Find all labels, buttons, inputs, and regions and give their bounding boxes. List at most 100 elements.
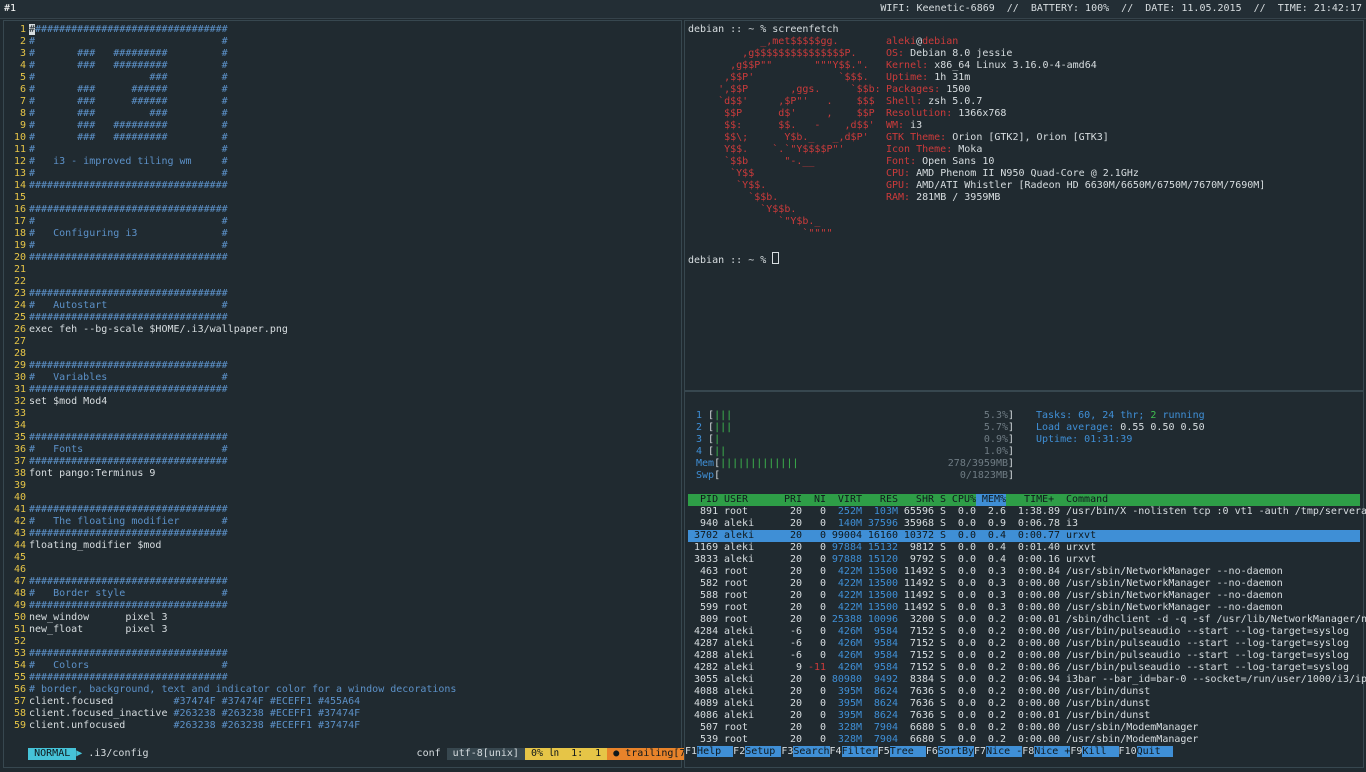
process-row[interactable]: 4284 aleki -6 0 426M 9584 7152 S 0.0 0.2 0:… <box>688 626 1360 638</box>
shell-prompt-2[interactable]: debian :: ~ % <box>688 252 839 267</box>
vim-line[interactable]: 52 <box>4 636 681 648</box>
htop-terminal[interactable]: 1 [||| 5.3%] 2 [||| 5.7%] 3 [| 0.9%] 4 [|| 1.0%… <box>684 391 1366 768</box>
function-label[interactable]: SortBy <box>937 746 975 757</box>
process-row[interactable]: 4282 aleki 9 -11 426M 9584 7152 S 0.0 0.2 0… <box>688 662 1360 674</box>
column-header[interactable]: PRI <box>760 494 802 506</box>
vim-line[interactable]: 54 # Colors # <box>4 660 681 672</box>
vim-line[interactable]: 13 # # <box>4 168 681 180</box>
function-label[interactable]: Nice + <box>1034 746 1071 757</box>
vim-line[interactable]: 47 ################################# <box>4 576 681 588</box>
function-label[interactable]: Setup <box>745 746 782 757</box>
vim-line[interactable]: 53 ################################# <box>4 648 681 660</box>
vim-line[interactable]: 20 ################################# <box>4 252 681 264</box>
process-row[interactable]: 3833 aleki 20 0 97888 15120 9792 S 0.0 0.4 0:… <box>688 554 1360 566</box>
vim-line[interactable]: 58 client.focused_inactive #263238 #26323… <box>4 708 681 720</box>
vim-line[interactable]: 3 # ### ######### # <box>4 48 681 60</box>
process-row[interactable]: 4086 aleki 20 0 395M 8624 7636 S 0.0 0.2 0:… <box>688 710 1360 722</box>
vim-line[interactable]: 11 # # <box>4 144 681 156</box>
vim-line[interactable]: 36 # Fonts # <box>4 444 681 456</box>
vim-line[interactable]: 41 ################################# <box>4 504 681 516</box>
vim-line[interactable]: 10 # ### ######### # <box>4 132 681 144</box>
column-header[interactable]: MEM% <box>976 494 1006 506</box>
vim-line[interactable]: 34 <box>4 420 681 432</box>
process-row[interactable]: 463 root 20 0 422M 13500 11492 S 0.0 0.3 0:0… <box>688 566 1360 578</box>
vim-line[interactable]: 18 # Configuring i3 # <box>4 228 681 240</box>
vim-buffer[interactable]: 1 ################################# 2 # #3 #… <box>4 24 681 732</box>
vim-line[interactable]: 15 <box>4 192 681 204</box>
function-label[interactable]: Quit <box>1136 746 1173 757</box>
column-header[interactable]: TIME+ <box>1006 494 1060 506</box>
column-header[interactable]: CPU% <box>946 494 976 506</box>
process-row[interactable]: 4287 aleki -6 0 426M 9584 7152 S 0.0 0.2 0:… <box>688 638 1360 650</box>
process-row[interactable]: 599 root 20 0 422M 13500 11492 S 0.0 0.3 0:0… <box>688 602 1360 614</box>
vim-line[interactable]: 49 ################################# <box>4 600 681 612</box>
column-header[interactable]: USER <box>718 494 760 506</box>
process-row[interactable]: 940 aleki 20 0 140M 37596 35968 S 0.0 0.9 0:0… <box>688 518 1360 530</box>
screenfetch-terminal[interactable]: debian :: ~ % screenfetch _,met$$$$$gg. … <box>684 20 1364 391</box>
vim-line[interactable]: 14 ################################# <box>4 180 681 192</box>
vim-line[interactable]: 7 # ### ###### # <box>4 96 681 108</box>
process-row[interactable]: 4088 aleki 20 0 395M 8624 7636 S 0.0 0.2 0:… <box>688 686 1360 698</box>
vim-line[interactable]: 16 ################################# <box>4 204 681 216</box>
vim-line[interactable]: 38 font pango:Terminus 9 <box>4 468 681 480</box>
process-row[interactable]: 4089 aleki 20 0 395M 8624 7636 S 0.0 0.2 0:… <box>688 698 1360 710</box>
process-row[interactable]: 3702 aleki 20 0 99004 16160 10372 S 0.0 0.4 0:… <box>688 530 1360 542</box>
vim-line[interactable]: 4 # ### ######### # <box>4 60 681 72</box>
column-header[interactable]: PID <box>688 494 718 506</box>
vim-line[interactable]: 32 set $mod Mod4 <box>4 396 681 408</box>
process-row[interactable]: 582 root 20 0 422M 13500 11492 S 0.0 0.3 0:0… <box>688 578 1360 590</box>
column-header[interactable]: VIRT <box>826 494 862 506</box>
process-row[interactable]: 891 root 20 0 252M 103M 65596 S 0.0 2.6 1:3… <box>688 506 1366 518</box>
vim-line[interactable]: 56 # border, background, text and indicat… <box>4 684 681 696</box>
vim-line[interactable]: 17 # # <box>4 216 681 228</box>
function-label[interactable]: Kill <box>1082 746 1119 757</box>
vim-line[interactable]: 40 <box>4 492 681 504</box>
process-row[interactable]: 588 root 20 0 422M 13500 11492 S 0.0 0.3 0:0… <box>688 590 1360 602</box>
vim-line[interactable]: 5 # ### # <box>4 72 681 84</box>
workspace-indicator[interactable]: #1 <box>4 3 16 15</box>
vim-line[interactable]: 1 ################################# <box>4 24 681 36</box>
process-row[interactable]: 809 root 20 0 25388 10096 3200 S 0.0 0.2 0:0… <box>688 614 1366 626</box>
vim-line[interactable]: 59 client.unfocused #263238 #263238 #ECEF… <box>4 720 681 732</box>
vim-line[interactable]: 29 ################################# <box>4 360 681 372</box>
vim-line[interactable]: 51 new_float pixel 3 <box>4 624 681 636</box>
process-row[interactable]: 1169 aleki 20 0 97884 15132 9812 S 0.0 0.4 0:… <box>688 542 1360 554</box>
vim-line[interactable]: 37 ################################# <box>4 456 681 468</box>
vim-line[interactable]: 8 # ### ### # <box>4 108 681 120</box>
vim-line[interactable]: 39 <box>4 480 681 492</box>
column-header[interactable]: Command <box>1060 494 1108 506</box>
function-label[interactable]: Nice - <box>986 746 1023 757</box>
process-table-header[interactable]: PID USER PRI NI VIRT RES SHR S CPU% MEM% TIM… <box>688 494 1360 506</box>
vim-line[interactable]: 50 new_window pixel 3 <box>4 612 681 624</box>
function-label[interactable]: Search <box>793 746 830 757</box>
column-header[interactable]: SHR <box>898 494 934 506</box>
function-label[interactable]: Filter <box>841 746 878 757</box>
vim-line[interactable]: 55 ################################# <box>4 672 681 684</box>
vim-line[interactable]: 44 floating_modifier $mod <box>4 540 681 552</box>
vim-line[interactable]: 22 <box>4 276 681 288</box>
vim-line[interactable]: 19 # # <box>4 240 681 252</box>
column-header[interactable]: RES <box>862 494 898 506</box>
vim-line[interactable]: 26 exec feh --bg-scale $HOME/.i3/wallpape… <box>4 324 681 336</box>
process-row[interactable]: 3055 aleki 20 0 80980 9492 8384 S 0.0 0.2 0:… <box>688 674 1366 686</box>
process-row[interactable]: 507 root 20 0 328M 7904 6680 S 0.0 0.2 0:0… <box>688 722 1360 734</box>
process-table[interactable]: 891 root 20 0 252M 103M 65596 S 0.0 2.6 1:3… <box>688 506 1366 746</box>
vim-line[interactable]: 35 ################################# <box>4 432 681 444</box>
vim-line[interactable]: 6 # ### ###### # <box>4 84 681 96</box>
process-row[interactable]: 4288 aleki -6 0 426M 9584 7152 S 0.0 0.2 0:… <box>688 650 1360 662</box>
process-row[interactable]: 539 root 20 0 328M 7904 6680 S 0.0 0.2 0:0… <box>688 734 1360 746</box>
function-label[interactable]: Help <box>697 746 734 757</box>
vim-line[interactable]: 31 ################################# <box>4 384 681 396</box>
vim-line[interactable]: 2 # # <box>4 36 681 48</box>
vim-window[interactable]: 1 ################################# 2 # #3 #… <box>3 20 704 768</box>
column-header[interactable]: NI <box>802 494 826 506</box>
vim-line[interactable]: 27 <box>4 336 681 348</box>
vim-line[interactable]: 25 ################################# <box>4 312 681 324</box>
vim-line[interactable]: 48 # Border style # <box>4 588 681 600</box>
vim-line[interactable]: 24 # Autostart # <box>4 300 681 312</box>
vim-line[interactable]: 45 <box>4 552 681 564</box>
vim-line[interactable]: 9 # ### ######### # <box>4 120 681 132</box>
vim-line[interactable]: 57 client.focused #37474F #37474F #ECEFF1… <box>4 696 681 708</box>
vim-line[interactable]: 23 ################################# <box>4 288 681 300</box>
column-header[interactable]: S <box>934 494 946 506</box>
